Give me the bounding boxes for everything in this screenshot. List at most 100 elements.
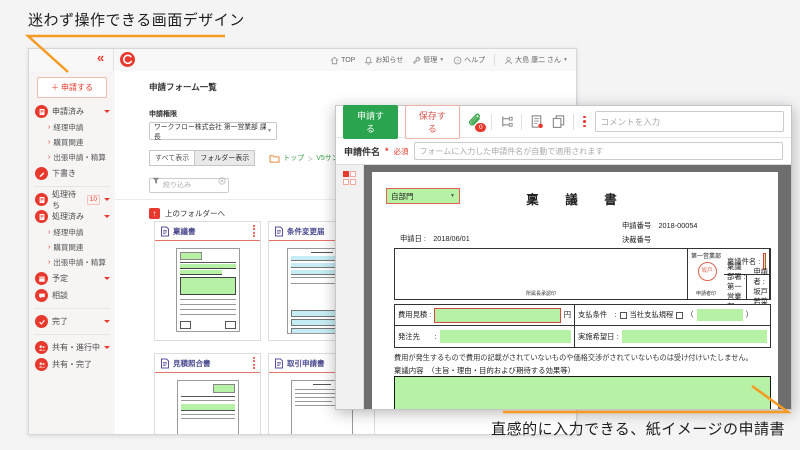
save-button[interactable]: 保存する [405,105,460,139]
order-cell: 発注先 : [395,326,575,347]
bullet-icon: › [48,244,50,251]
paper-table-cost: 費用見積 : 円 支払条件 : 当社支払規程 （ ） 発注先 [394,304,771,348]
parts-palette-icon[interactable] [343,171,357,185]
clear-filter-icon[interactable] [218,177,226,185]
form-viewport[interactable]: 自部門 ▼ 稟 議 書 申請番号 2018-00054 申請日 : 2018/0… [364,165,791,409]
bell-icon [364,56,373,65]
sidebar-item-submitted[interactable]: 申請済み [29,103,115,120]
order-field[interactable] [440,330,571,343]
sidebar-item-done[interactable]: 完了 [29,313,115,330]
page-title: 申請フォーム一覧 [149,81,576,93]
expand-arrow-icon [104,320,110,323]
sidebar-subitem[interactable]: ›経理申請 [29,225,115,240]
expand-arrow-icon [104,215,110,218]
app-header: « TOP お知らせ 管理 ▼ ? ヘルプ [29,49,576,72]
caption-top: 迷わず操作できる画面デザイン [28,9,245,30]
plus-icon: ＋ [51,82,59,93]
sidebar-divider [34,308,110,309]
form-card-ringisho[interactable]: 稟議書 [154,221,261,341]
form-body: 自部門 ▼ 稟 議 書 申請番号 2018-00054 申請日 : 2018/0… [336,165,791,409]
document-icon [35,210,48,223]
bullet-icon: › [48,124,50,131]
manager-seal-cell: 所属長承認印 [395,249,688,299]
sidebar-subitem[interactable]: ›購買関連 [29,240,115,255]
toolbar-separator [491,114,492,130]
card-menu-icon[interactable] [253,225,255,238]
submit-button[interactable]: 申請する [343,105,398,139]
comment-input[interactable] [595,111,784,132]
card-title: 条件変更届 [287,226,325,237]
sidebar-item-shared-active[interactable]: 共有・進行中 [29,339,115,356]
checkbox-company-rule[interactable] [620,312,627,319]
wish-date-field[interactable] [622,330,767,343]
app-logo[interactable] [120,52,135,67]
nav-help[interactable]: ? ヘルプ [453,55,485,65]
payment-other-field[interactable] [697,309,743,321]
folder-icon [269,154,280,163]
cost-cell: 費用見積 : 円 [395,305,575,326]
help-icon: ? [453,56,462,65]
pencil-icon [35,167,48,180]
copy-icon[interactable] [551,114,566,129]
expand-arrow-icon [104,110,110,113]
sidebar-item-schedule[interactable]: 予定 [29,270,115,287]
chevron-down-icon: ▼ [563,57,568,63]
form-doc-icon [274,226,284,237]
view-all-button[interactable]: すべて表示 [149,150,195,166]
form-doc-icon [160,358,170,369]
sidebar-subitem[interactable]: ›出張申請・精算 [29,255,115,270]
filter-input[interactable] [149,178,229,193]
application-form-window: 申請する 保存する 0 申請件名 * 必須 [335,105,792,410]
sidebar-collapse-icon[interactable]: « [97,50,104,65]
sidebar-subitem[interactable]: ›購買関連 [29,135,115,150]
required-mark: * [385,146,389,156]
view-folder-button[interactable]: フォルダー表示 [195,150,255,166]
route-icon[interactable] [499,114,514,129]
wrench-icon [412,56,421,65]
funnel-icon [152,177,160,185]
filter-box [149,174,229,189]
form-left-rail [336,165,364,409]
payment-cell: 支払条件 : 当社支払規程 （ ） [575,305,770,326]
form-card-mitsumori[interactable]: 見積照合書 [154,353,261,434]
sidebar-item-pending[interactable]: 処理待ち 10 [29,191,115,208]
nav-admin[interactable]: 管理 ▼ [412,55,444,65]
card-menu-icon[interactable] [253,357,255,370]
sidebar-subitem[interactable]: ›出張申請・精算 [29,150,115,165]
more-options-icon[interactable] [581,116,588,128]
checkbox-other[interactable] [676,312,683,319]
expand-arrow-icon [104,346,110,349]
form-thumbnail [155,241,260,332]
card-title: 稟議書 [173,226,196,237]
svg-text:?: ? [456,58,459,64]
people-icon [35,341,48,354]
permission-select[interactable]: ワークフロー株式会社 第一営業部 課長 ▼ [149,122,277,140]
sidebar-item-processed[interactable]: 処理済み [29,208,115,225]
attachment-count-badge: 0 [475,123,486,132]
cost-field[interactable] [434,308,560,323]
nav-top[interactable]: TOP [330,56,355,65]
breadcrumb-separator: ＞ [307,154,313,163]
subject-input[interactable] [414,142,783,160]
content-label: 稟議内容 （主旨・理由・目的および期待する効果等） [394,365,575,376]
wish-date-cell: 実施希望日 : [575,326,770,347]
marketing-screenshot: { "colors":{"accent_red":"#e8392e","gree… [0,0,800,450]
apply-button[interactable]: ＋ 申請する [37,77,107,98]
nav-news[interactable]: お知らせ [364,55,403,65]
content-textarea[interactable] [394,376,771,409]
nav-user-menu[interactable]: 大島 康二 さん ▼ [504,55,568,65]
sidebar-item-drafts[interactable]: 下書き [29,165,115,182]
attachment-button[interactable]: 0 [467,113,484,131]
card-title: 見積照合書 [173,358,211,369]
breadcrumb-root[interactable]: トップ [283,153,304,163]
header-divider [113,49,114,71]
sidebar-subitem[interactable]: ›経理申請 [29,120,115,135]
user-icon [504,56,513,65]
bullet-icon: › [48,154,50,161]
sidebar-item-consult[interactable]: 相談 [29,287,115,304]
sidebar: ＋ 申請する 申請済み ›経理申請 ›購買関連 ›出張申請・精算 下書き 処理待… [29,71,116,434]
card-title: 取引申請書 [287,358,325,369]
print-preview-icon[interactable] [529,114,544,129]
people-icon [35,358,48,371]
sidebar-item-shared-done[interactable]: 共有・完了 [29,356,115,373]
